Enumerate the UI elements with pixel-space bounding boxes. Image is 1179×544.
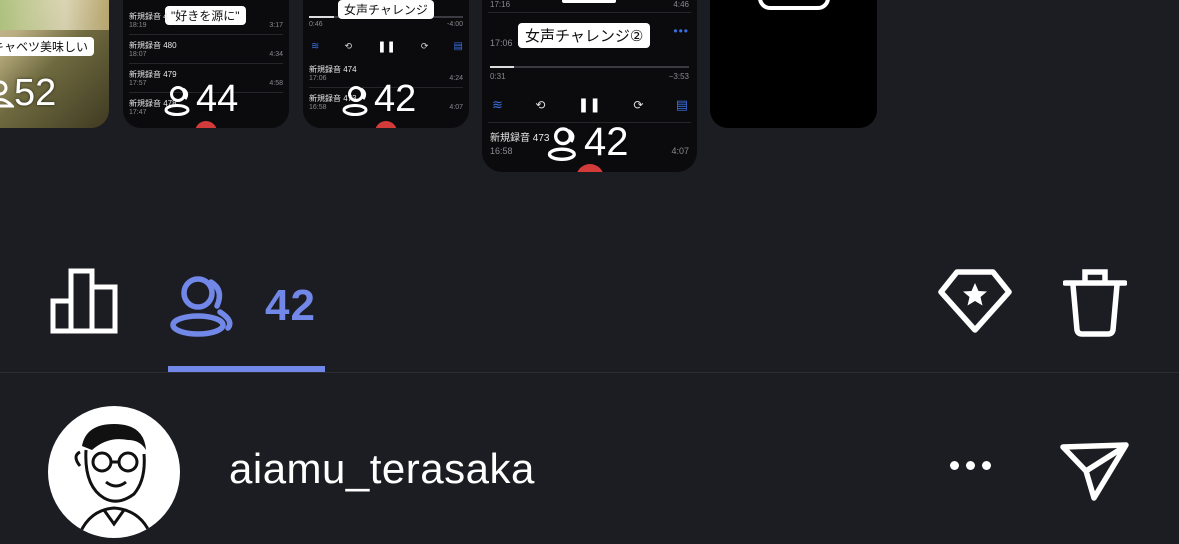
story-action-bar: 42 [0, 228, 1179, 373]
pause-icon: ❚❚ [377, 41, 396, 53]
viewers-tab[interactable] [168, 273, 240, 337]
recording-time: 17:06 [490, 38, 513, 48]
trash-icon: ▤ [453, 41, 463, 52]
story-thumbnail-5[interactable] [710, 0, 877, 128]
record-button [576, 164, 604, 172]
recording-time: 17:16 [490, 0, 511, 9]
story-viewer-count: 42 [341, 78, 416, 121]
bar-chart-icon [50, 268, 118, 334]
viewers-icon [342, 85, 368, 116]
selected-pointer [571, 196, 635, 228]
story-thumbnail-1[interactable]: キャベツ美味しい 52 [0, 0, 109, 128]
story-sticker: キャベツ美味しい [0, 37, 95, 56]
viewer-username[interactable]: aiamu_terasaka [229, 445, 535, 493]
active-tab-indicator [168, 366, 325, 372]
pause-icon: ❚❚ [577, 96, 602, 112]
more-dots-icon [982, 461, 991, 470]
remaining-time: −3:53 [668, 72, 689, 81]
skip-back-icon: ⟲ [535, 97, 546, 112]
progress-fill [490, 66, 514, 68]
story-viewer-count: 44 [163, 78, 238, 121]
elapsed-time: 0:31 [490, 72, 506, 81]
recording-row: 新規録音 4 18:19 3:17 [129, 11, 283, 35]
more-dots-icon [966, 461, 975, 470]
insights-button[interactable] [50, 268, 118, 334]
record-button [195, 121, 217, 128]
record-button [375, 121, 397, 128]
viewers-icon [170, 276, 233, 337]
story-thumbnail-2[interactable]: "好きを源に" 新規録音 4 18:19 3:17 新規録音 480 18:07… [123, 0, 289, 128]
more-icon: ••• [673, 24, 689, 38]
skip-forward-icon: ⟳ [633, 97, 644, 112]
skip-forward-icon: ⟳ [420, 41, 429, 51]
playback-progress [490, 66, 689, 68]
story-thumbnail-3[interactable]: 0:46 -4:00 女声チャレンジ ≋ ⟲ ❚❚ ⟳ ▤ 新規録音 474 1… [303, 0, 469, 128]
recording-duration: 4:46 [673, 0, 689, 9]
progress-fill [309, 16, 334, 18]
elapsed-time: 0:46 [309, 21, 323, 28]
frame-shape [758, 0, 830, 10]
illustrated-avatar [74, 424, 154, 538]
playback-controls: ≋ ⟲ ❚❚ ⟳ ▤ [492, 96, 688, 113]
viewers-count: 42 [265, 281, 316, 330]
recording-row: 新規録音 480 18:07 4:34 [129, 40, 283, 64]
waveform-icon: ≋ [311, 41, 320, 52]
viewers-icon [0, 80, 14, 107]
highlight-diamond-icon [938, 269, 1012, 333]
more-options-button[interactable] [950, 461, 991, 470]
story-thumbnail-strip: キャベツ美味しい 52 "好きを源に" 新規録音 4 18:19 3:17 新規… [0, 0, 1179, 228]
story-sticker: 女声チャレンジ [338, 0, 434, 19]
highlight-button[interactable] [937, 268, 1013, 334]
food-photo [0, 0, 109, 30]
remaining-time: -4:00 [447, 21, 463, 28]
avatar[interactable] [48, 406, 180, 538]
skip-back-icon: ⟲ [344, 41, 353, 51]
story-viewer-count: 42 [546, 120, 629, 165]
viewers-icon [164, 85, 190, 116]
delete-button[interactable] [1063, 266, 1127, 338]
send-icon [1060, 442, 1129, 501]
trash-icon: ▤ [675, 96, 688, 112]
send-message-button[interactable] [1060, 441, 1130, 501]
story-viewer-count: 52 [0, 72, 56, 115]
trash-icon [1063, 269, 1127, 337]
viewer-list: aiamu_terasaka [0, 373, 1179, 544]
sticker-edge [562, 0, 616, 3]
playback-controls: ≋ ⟲ ❚❚ ⟳ ▤ [311, 40, 463, 53]
row-divider [488, 12, 691, 13]
waveform-icon: ≋ [492, 96, 503, 112]
more-dots-icon [950, 461, 959, 470]
story-sticker: 女声チャレンジ② [518, 23, 651, 48]
story-thumbnail-selected[interactable]: 17:16 4:46 女声チャレンジ② 17:06 ••• 0:31 −3:53… [482, 0, 697, 172]
viewers-icon [547, 126, 576, 161]
